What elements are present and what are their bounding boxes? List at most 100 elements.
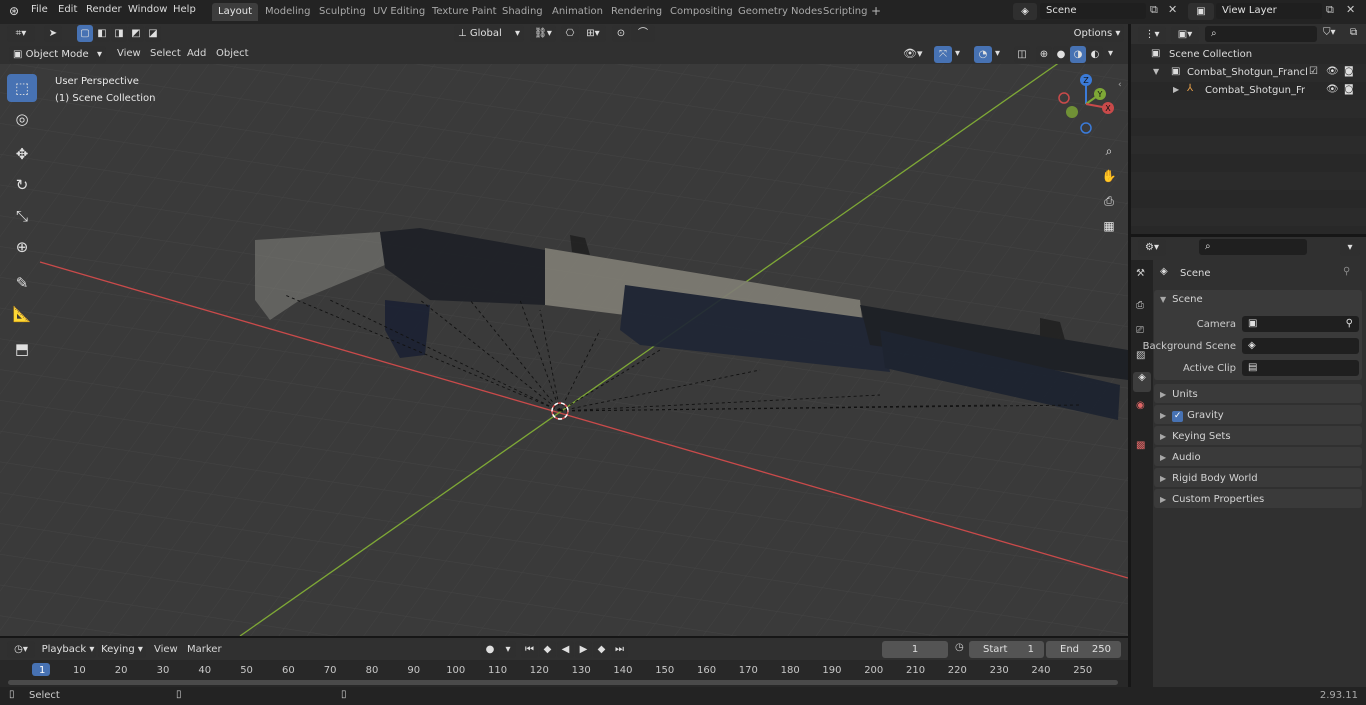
- menu-object[interactable]: Object: [216, 48, 249, 59]
- playback-dropdown[interactable]: Playback ▾: [40, 641, 96, 658]
- outliner-row-item-0[interactable]: ▼ ▣ Combat_Shotgun_Franchi_SP ☑ 👁 ◙: [1131, 64, 1366, 82]
- timeline-menu-marker[interactable]: Marker: [187, 644, 222, 655]
- menu-add[interactable]: Add: [187, 48, 206, 59]
- ortho-toggle-button[interactable]: ▦: [1098, 215, 1120, 237]
- eyedropper-icon[interactable]: ⚲: [1346, 316, 1353, 332]
- timeline-editor-type[interactable]: ◷▾: [7, 641, 35, 658]
- select-mode-invert-button[interactable]: ◩: [128, 25, 144, 42]
- menu-render[interactable]: Render: [86, 4, 122, 15]
- snap-toggle[interactable]: ⎔: [561, 25, 579, 42]
- outliner-search-input[interactable]: ⌕: [1205, 26, 1317, 42]
- select-mode-extend-button[interactable]: ◧: [94, 25, 110, 42]
- active-clip-field[interactable]: ▤: [1242, 360, 1359, 376]
- keying-sets-panel-header[interactable]: ▶ Keying Sets: [1160, 431, 1231, 442]
- camera-render-icon[interactable]: ◙: [1344, 84, 1354, 95]
- world-tab-icon[interactable]: ◉: [1136, 400, 1145, 411]
- gizmo-toggle[interactable]: ⤧: [934, 46, 952, 63]
- tool-move[interactable]: ✥: [7, 140, 37, 168]
- tab-modeling[interactable]: Modeling: [259, 3, 317, 21]
- keying-dropdown[interactable]: Keying ▾: [98, 641, 146, 658]
- eye-icon[interactable]: 👁: [1326, 84, 1339, 95]
- options-dropdown[interactable]: Options ▾: [1070, 25, 1124, 42]
- texture-tab-icon[interactable]: ▩: [1136, 440, 1145, 451]
- stopwatch-icon[interactable]: ◷: [955, 642, 964, 653]
- tab-texture-paint[interactable]: Texture Paint: [426, 3, 503, 21]
- outliner-display-mode[interactable]: ▣▾: [1171, 26, 1199, 43]
- overlay-toggle[interactable]: ◔: [974, 46, 992, 63]
- xray-toggle[interactable]: ◫: [1014, 46, 1030, 63]
- background-scene-field[interactable]: ◈: [1242, 338, 1359, 354]
- auto-keying-toggle[interactable]: ●: [481, 641, 499, 658]
- end-frame-field[interactable]: End 250: [1046, 641, 1121, 658]
- properties-options-dropdown[interactable]: ▾: [1340, 239, 1360, 256]
- eye-icon[interactable]: 👁: [1326, 66, 1339, 77]
- shading-dropdown-icon[interactable]: ▾: [1108, 48, 1113, 59]
- current-frame-field[interactable]: 1: [882, 641, 948, 658]
- output-tab-icon[interactable]: ⎚: [1136, 325, 1144, 336]
- view-layer-browse-button[interactable]: ▣: [1188, 3, 1214, 20]
- tab-geometry-nodes[interactable]: Geometry Nodes: [732, 3, 828, 21]
- proportional-edit-toggle[interactable]: ⊙: [612, 25, 630, 42]
- proportional-falloff-dropdown[interactable]: ⌒: [631, 25, 655, 42]
- shading-rendered-button[interactable]: ◐: [1087, 46, 1103, 63]
- view-layer-close-icon[interactable]: ✕: [1346, 3, 1355, 16]
- timeline-scrollbar[interactable]: [8, 680, 1118, 685]
- scene-close-icon[interactable]: ✕: [1168, 3, 1177, 16]
- pin-icon[interactable]: ⚲: [1343, 266, 1350, 277]
- gravity-checkbox[interactable]: ✓: [1172, 411, 1184, 422]
- select-mode-intersect-button[interactable]: ◪: [145, 25, 161, 42]
- overlay-dropdown-icon[interactable]: ▾: [995, 48, 1000, 59]
- tab-animation[interactable]: Animation: [546, 3, 609, 21]
- jump-prev-keyframe-button[interactable]: ◆: [539, 641, 556, 658]
- menu-window[interactable]: Window: [128, 4, 167, 15]
- tab-rendering[interactable]: Rendering: [605, 3, 668, 21]
- jump-end-button[interactable]: ⏭: [611, 641, 628, 658]
- start-frame-field[interactable]: Start 1: [969, 641, 1044, 658]
- outliner-row-item-1[interactable]: ▶ ⅄ Combat_Shotgun_Franch 👁 ◙: [1131, 82, 1366, 100]
- tool-rotate[interactable]: ↻: [7, 171, 37, 199]
- camera-view-button[interactable]: ⎙: [1098, 190, 1120, 212]
- jump-next-keyframe-button[interactable]: ◆: [593, 641, 610, 658]
- select-mode-subtract-button[interactable]: ◨: [111, 25, 127, 42]
- navigation-gizmo[interactable]: Z Y X: [1052, 72, 1122, 142]
- tool-annotate[interactable]: ✎: [7, 269, 37, 297]
- tab-uv-editing[interactable]: UV Editing: [367, 3, 431, 21]
- blender-logo-icon[interactable]: ⊛: [9, 4, 19, 18]
- tool-scale[interactable]: ⤡: [7, 202, 37, 230]
- tab-compositing[interactable]: Compositing: [664, 3, 739, 21]
- custom-properties-panel-header[interactable]: ▶ Custom Properties: [1160, 494, 1264, 505]
- menu-help[interactable]: Help: [173, 4, 196, 15]
- scene-copy-icon[interactable]: ⧉: [1150, 3, 1158, 17]
- gravity-panel-header[interactable]: ▶ ✓ Gravity: [1160, 410, 1224, 422]
- tool-add-cube[interactable]: ⬒: [7, 335, 37, 363]
- menu-select[interactable]: Select: [150, 48, 181, 59]
- snap-target-dropdown[interactable]: ⊞▾: [580, 25, 606, 42]
- play-reverse-button[interactable]: ◀: [557, 641, 574, 658]
- scene-browse-button[interactable]: ◈: [1013, 3, 1037, 20]
- play-button[interactable]: ▶: [575, 641, 592, 658]
- new-collection-icon[interactable]: ⧉: [1350, 27, 1357, 38]
- audio-panel-header[interactable]: ▶ Audio: [1160, 452, 1201, 463]
- filter-icon[interactable]: ⛉▾: [1323, 27, 1336, 38]
- menu-view[interactable]: View: [117, 48, 141, 59]
- shading-material-button[interactable]: ◑: [1070, 46, 1086, 63]
- view-layer-field[interactable]: View Layer: [1216, 3, 1322, 19]
- menu-file[interactable]: File: [31, 4, 48, 15]
- tool-select-box[interactable]: ⬚: [7, 74, 37, 102]
- expand-down-icon[interactable]: ▼: [1153, 67, 1159, 76]
- tool-tab-icon[interactable]: ⚒: [1136, 268, 1145, 279]
- expand-right-icon[interactable]: ▶: [1173, 85, 1179, 94]
- sidebar-toggle-icon[interactable]: ‹: [1118, 80, 1122, 90]
- shading-solid-button[interactable]: ●: [1053, 46, 1069, 63]
- transform-orientation-dropdown[interactable]: ⊥ Global ▾: [454, 25, 524, 42]
- view-layer-copy-icon[interactable]: ⧉: [1326, 3, 1334, 17]
- shading-wireframe-button[interactable]: ⊕: [1036, 46, 1052, 63]
- tab-shading[interactable]: Shading: [496, 3, 549, 21]
- scene-panel-header[interactable]: ▼ Scene: [1160, 294, 1203, 305]
- outliner-row-root[interactable]: ▣ Scene Collection: [1131, 46, 1366, 64]
- 3d-viewport[interactable]: User Perspective (1) Scene Collection ⬚ …: [0, 44, 1128, 636]
- timeline-menu-view[interactable]: View: [154, 644, 178, 655]
- select-tool-button[interactable]: ➤: [44, 25, 62, 42]
- keying-set-dropdown[interactable]: ▾: [500, 641, 516, 658]
- camera-render-icon[interactable]: ◙: [1344, 66, 1354, 77]
